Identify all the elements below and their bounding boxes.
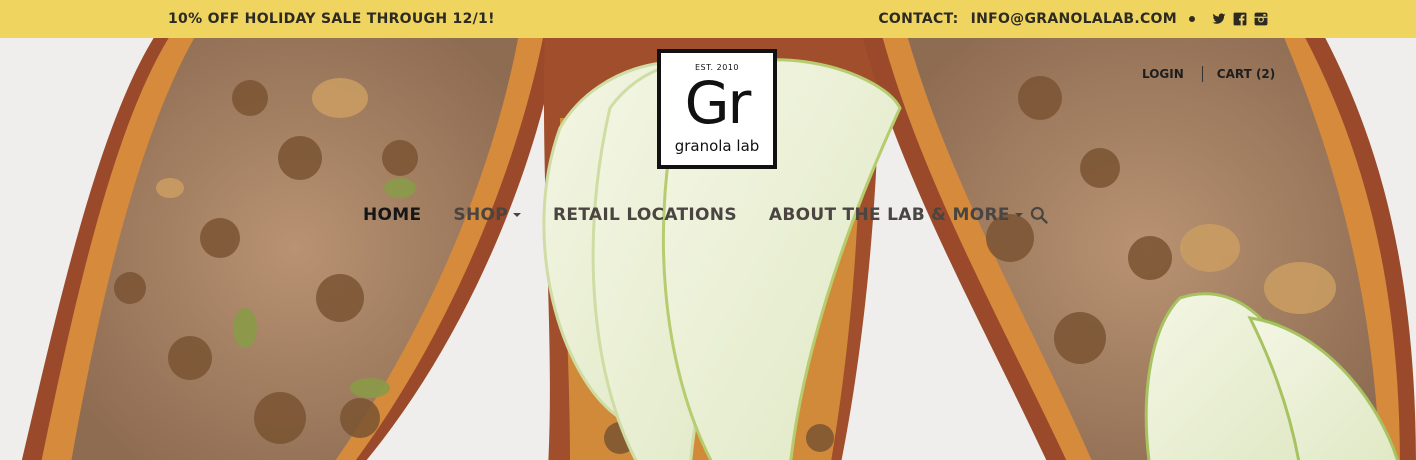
nav-item-shop[interactable]: SHOP [453, 205, 522, 225]
instagram-icon[interactable] [1254, 12, 1268, 26]
facebook-icon[interactable] [1233, 12, 1247, 26]
promo-text: 10% OFF HOLIDAY SALE THROUGH 12/1! [168, 11, 495, 27]
site-logo[interactable]: EST. 2010 Gr granola lab [657, 49, 777, 169]
chevron-down-icon [1014, 213, 1023, 217]
twitter-icon[interactable] [1212, 12, 1226, 26]
logo-mark: Gr [684, 69, 752, 137]
nav-item-label: SHOP [453, 205, 509, 225]
contact-email-link[interactable]: INFO@GRANOLALAB.COM [971, 11, 1177, 27]
account-links: LOGIN CART (2) [1142, 66, 1275, 82]
announcement-bar: 10% OFF HOLIDAY SALE THROUGH 12/1! CONTA… [0, 0, 1416, 38]
cart-link[interactable]: CART (2) [1217, 67, 1275, 81]
login-link[interactable]: LOGIN [1142, 67, 1184, 81]
main-nav: HOME SHOP RETAIL LOCATIONS ABOUT THE LAB… [363, 205, 1049, 225]
hero-banner: EST. 2010 Gr granola lab LOGIN CART (2) … [0, 38, 1416, 460]
logo-name: granola lab [674, 137, 760, 155]
chevron-down-icon [513, 213, 522, 217]
account-separator [1201, 66, 1203, 82]
nav-item-about[interactable]: ABOUT THE LAB & MORE [769, 205, 1023, 225]
search-icon[interactable] [1029, 205, 1049, 225]
nav-item-home[interactable]: HOME [363, 205, 421, 225]
nav-item-label: RETAIL LOCATIONS [553, 205, 737, 225]
separator-dot [1189, 16, 1195, 22]
nav-item-label: ABOUT THE LAB & MORE [768, 205, 1010, 225]
nav-item-retail-locations[interactable]: RETAIL LOCATIONS [553, 205, 737, 225]
contact-info: CONTACT: INFO@GRANOLALAB.COM [878, 11, 1268, 27]
contact-label: CONTACT: [878, 11, 959, 27]
nav-item-label: HOME [363, 205, 422, 225]
